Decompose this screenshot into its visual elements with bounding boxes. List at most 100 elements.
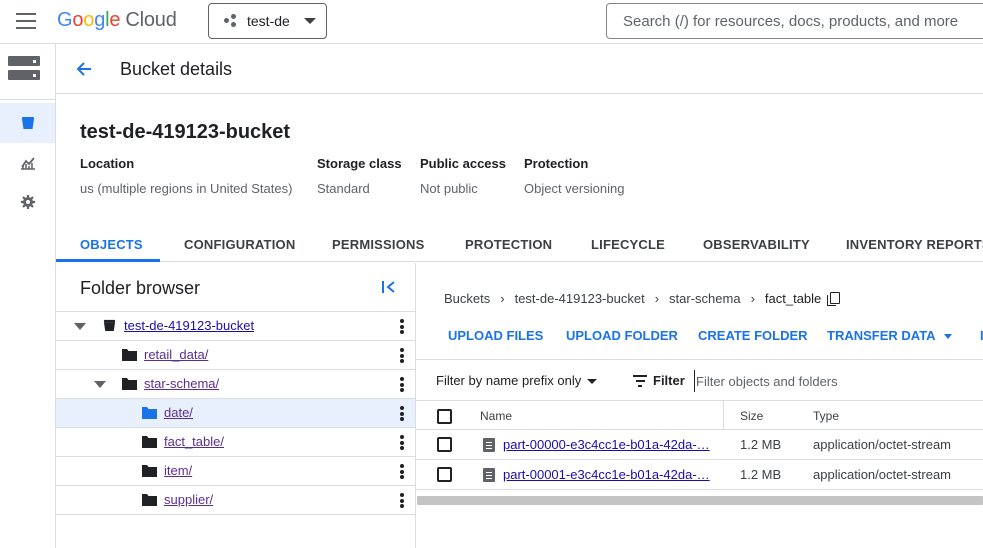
tab-observability[interactable]: OBSERVABILITY [703,237,810,252]
folder-tree-row[interactable]: item/ [56,457,415,486]
folder-tree-row[interactable]: supplier/ [56,486,415,515]
more-vert-icon[interactable] [400,493,404,508]
folder-icon [122,349,137,361]
filter-label: Filter [653,373,685,388]
bucket-icon [103,319,116,331]
tab-protection[interactable]: PROTECTION [465,237,552,252]
more-vert-icon[interactable] [400,319,404,334]
filter-mode-select[interactable]: Filter by name prefix only [436,373,598,388]
expand-caret-icon[interactable] [74,323,86,330]
rail-item-buckets[interactable] [0,103,55,143]
more-vert-icon[interactable] [400,464,404,479]
more-vert-icon[interactable] [400,406,404,421]
column-header-size[interactable]: Size [740,409,763,423]
gear-icon [20,195,35,209]
chevron-right-icon: › [654,291,660,306]
transfer-data-button[interactable]: TRANSFER DATA [827,328,952,343]
chart-icon [20,157,35,170]
expand-caret-icon[interactable] [94,381,106,388]
folder-icon [122,378,137,390]
bucket-name: test-de-419123-bucket [80,121,291,143]
more-vert-icon[interactable] [400,377,404,392]
page-title: Bucket details [120,59,233,79]
bucket-icon [21,117,34,129]
folder-tree-row[interactable]: test-de-419123-bucket [56,312,415,341]
column-header-type[interactable]: Type [813,409,839,423]
rail-item-monitoring[interactable] [0,143,55,183]
object-actions: UPLOAD FILES UPLOAD FOLDER CREATE FOLDER… [416,318,983,360]
select-all-checkbox[interactable] [437,409,452,424]
filter-icon [633,375,647,387]
folder-tree-label[interactable]: star-schema/ [144,376,219,391]
upload-files-button[interactable]: UPLOAD FILES [448,328,543,343]
top-bar: Google Cloud test-de [0,0,983,44]
dropdown-arrow-icon [943,334,952,340]
meta-value: Object versioning [524,181,625,196]
collapse-panel-icon[interactable] [381,279,397,295]
meta-storage-class: Storage class Standard [317,156,402,196]
folder-tree-row[interactable]: date/ [56,399,415,428]
meta-label: Public access [420,156,506,171]
horizontal-scrollbar[interactable] [417,496,983,505]
folder-tree-label[interactable]: test-de-419123-bucket [124,318,254,333]
folder-tree-label[interactable]: fact_table/ [164,434,224,449]
folder-tree-label[interactable]: date/ [164,405,193,420]
copy-icon[interactable] [827,292,841,306]
folder-browser-title: Folder browser [80,278,201,298]
object-name-link[interactable]: part-00001-e3c4cc1e-b01a-42da-… [503,467,710,482]
left-rail [0,44,56,548]
google-cloud-logo[interactable]: Google Cloud [57,9,177,32]
rail-item-settings[interactable] [0,182,55,222]
page-header: Bucket details [56,45,983,94]
tab-inventory-reports[interactable]: INVENTORY REPORTS [846,237,983,252]
folder-tree: test-de-419123-bucket retail_data/ star-… [56,311,415,515]
chevron-right-icon: › [500,291,505,306]
chevron-right-icon: › [750,291,755,306]
folder-tree-label[interactable]: supplier/ [164,492,213,507]
folder-icon [142,465,157,477]
project-picker[interactable]: test-de [208,3,327,39]
meta-location: Location us (multiple regions in United … [80,156,292,196]
upload-folder-button[interactable]: UPLOAD FOLDER [566,328,678,343]
row-checkbox[interactable] [437,437,452,452]
meta-label: Storage class [317,156,402,171]
more-vert-icon[interactable] [400,348,404,363]
chevron-down-icon [303,18,316,24]
folder-tree-row[interactable]: fact_table/ [56,428,415,457]
folder-tree-row[interactable]: retail_data/ [56,341,415,370]
breadcrumb-item[interactable]: test-de-419123-bucket [515,291,645,306]
search-box[interactable] [606,3,983,39]
back-arrow-icon[interactable] [74,59,94,79]
storage-product-icon[interactable] [8,56,40,80]
folder-tree-row[interactable]: star-schema/ [56,370,415,399]
meta-label: Protection [524,156,589,171]
tab-configuration[interactable]: CONFIGURATION [184,237,295,252]
tab-objects[interactable]: OBJECTS [80,237,143,252]
tab-lifecycle[interactable]: LIFECYCLE [591,237,665,252]
search-input[interactable] [607,4,983,38]
meta-label: Location [80,156,135,171]
menu-icon[interactable] [16,13,36,29]
filter-input[interactable] [694,370,974,392]
folder-tree-label[interactable]: retail_data/ [144,347,208,362]
object-name-link[interactable]: part-00000-e3c4cc1e-b01a-42da-… [503,437,710,452]
object-size: 1.2 MB [740,467,782,482]
breadcrumb-current: fact_table [764,291,822,306]
column-header-name[interactable]: Name [480,409,512,423]
more-vert-icon[interactable] [400,435,404,450]
filter-mode-label: Filter by name prefix only [436,373,582,388]
meta-value: Not public [420,181,478,196]
meta-protection: Protection Object versioning [524,156,624,196]
breadcrumb-item[interactable]: star-schema [669,291,741,306]
breadcrumb: Buckets › test-de-419123-bucket › star-s… [444,291,841,306]
object-type: application/octet-stream [813,467,952,482]
breadcrumb-item[interactable]: Buckets [444,291,490,306]
rail-divider [0,99,55,100]
create-folder-button[interactable]: CREATE FOLDER [698,328,808,343]
tab-permissions[interactable]: PERMISSIONS [332,237,425,252]
project-name: test-de [247,13,290,29]
folder-tree-label[interactable]: item/ [164,463,192,478]
file-icon [483,468,495,482]
column-divider[interactable] [723,401,724,430]
row-checkbox[interactable] [437,467,452,482]
